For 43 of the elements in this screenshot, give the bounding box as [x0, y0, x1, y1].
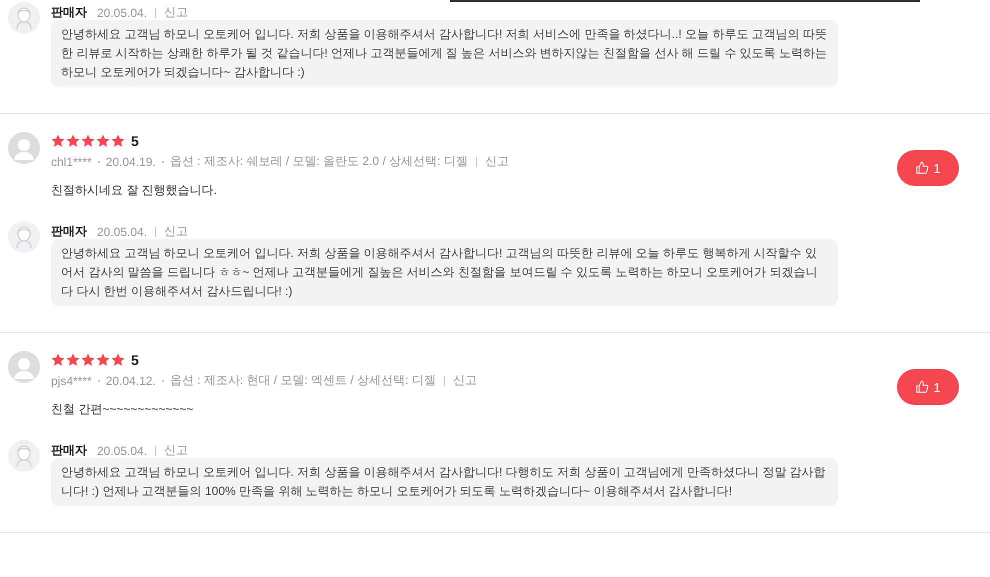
seller-name: 판매자: [51, 223, 87, 240]
star-icon: [111, 134, 125, 148]
report-link[interactable]: 신고: [452, 372, 477, 389]
seller-reply: 안녕하세요 고객님 하모니 오토케어 입니다. 저희 상품을 이용해주셔서 감사합니다! 저희 서비스에 만족을 하셨다니..! 오늘 하루도 고객님의 따뜻한 리뷰로 시작하는 상쾌한 하루가 될 것 같습니다! 언제나 고객분들에게 질 높은 서비스와 변하지않는 친절함을 선사 해 드릴 수 있도록 노력하는 하모니 오토케어가 되겠습니다~ 감사합니다 :): [51, 20, 838, 87]
rating-score: 5: [131, 352, 139, 368]
like-button[interactable]: 1: [897, 150, 959, 186]
star-icon: [66, 353, 80, 367]
report-link[interactable]: 신고: [484, 153, 509, 170]
review-text: 친절하시네요 잘 진행했습니다.: [51, 182, 218, 199]
thumbs-up-icon: [915, 161, 930, 175]
seller-avatar-icon: [8, 221, 40, 253]
seller-avatar-icon: [8, 440, 40, 472]
report-link[interactable]: 신고: [164, 223, 188, 240]
star-icon: [96, 134, 110, 148]
purchase-option: 옵션 : 제조사: 쉐보레 / 모델: 올란도 2.0 / 상세선택: 디젤: [170, 153, 468, 170]
star-icon: [51, 353, 65, 367]
report-link[interactable]: 신고: [164, 4, 188, 21]
review-text: 친철 간편~~~~~~~~~~~~~: [51, 401, 194, 418]
seller-name: 판매자: [51, 442, 87, 459]
user-avatar-icon: [8, 351, 40, 383]
star-icon: [81, 134, 95, 148]
reply-date: 20.05.04.: [97, 6, 148, 20]
seller-reply: 안녕하세요 고객님 하모니 오토케어 입니다. 저희 상품을 이용해주셔서 감사합니다! 고객님의 따뜻한 리뷰에 오늘 하루도 행복하게 시작할수 있어서 감사의 말씀을 드립니다 ㅎㅎ~ 언제나 고객분들에게 질높은 서비스와 친절함을 보여드릴 수 있도록 노력하는 하모니 오토케어가 되겠습니다 다시 한번 이용해주셔서 감사드립니다! :): [51, 239, 838, 306]
review-date: 20.04.19.: [106, 154, 156, 168]
seller-avatar-icon: [8, 2, 40, 34]
seller-reply: 안녕하세요 고객님 하모니 오토케어 입니다. 저희 상품을 이용해주셔서 감사합니다! 다행히도 저희 상품이 고객님에게 만족하셨다니 정말 감사합니다! :) 언제나 고객분들의 100% 만족을 위해 노력하는 하모니 오토케어가 되도록 노력하겠습니다~ 이용해주셔서 감사합니다!: [51, 458, 838, 506]
like-button[interactable]: 1: [897, 369, 959, 405]
user-avatar-icon: [8, 132, 40, 164]
review-date: 20.04.12.: [106, 374, 156, 388]
star-icon: [81, 353, 95, 367]
report-link[interactable]: 신고: [164, 442, 188, 459]
star-icon: [111, 353, 125, 367]
star-icon: [66, 134, 80, 148]
star-icon: [96, 353, 110, 367]
rating-score: 5: [131, 133, 139, 149]
reviewer-id: chl1****: [51, 154, 92, 168]
reply-date: 20.05.04.: [97, 444, 148, 458]
seller-name: 판매자: [51, 4, 87, 21]
purchase-option: 옵션 : 제조사: 현대 / 모델: 엑센트 / 상세선택: 디젤: [170, 372, 436, 389]
reply-date: 20.05.04.: [97, 224, 148, 238]
thumbs-up-icon: [915, 380, 930, 394]
reviewer-id: pjs4****: [51, 374, 92, 388]
star-icon: [51, 134, 65, 148]
